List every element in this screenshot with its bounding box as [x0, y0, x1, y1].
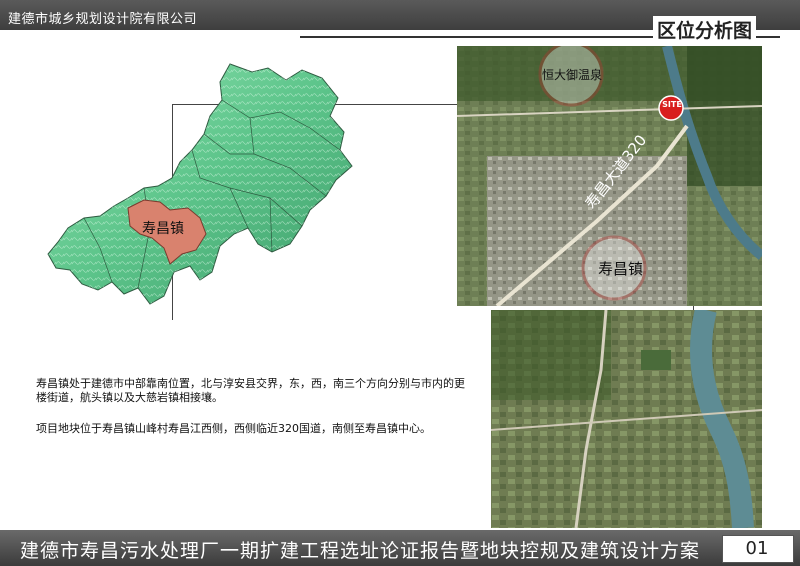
section-title: 区位分析图	[652, 16, 756, 43]
description-paragraph-1: 寿昌镇处于建德市中部靠南位置，北与淳安县交界，东，西，南三个方向分别与市内的更楼…	[36, 377, 465, 404]
satellite-town-label: 寿昌镇	[598, 260, 644, 278]
description-paragraph-2: 项目地块位于寿昌镇山峰村寿昌江西侧，西侧临近320国道，南侧至寿昌镇中心。	[36, 422, 431, 435]
county-map: 寿昌镇	[47, 63, 353, 305]
poi-label-hengda: 恒大御温泉	[542, 68, 603, 82]
project-title: 建德市寿昌污水处理厂一期扩建工程选址论证报告暨地块控规及建筑设计方案	[20, 540, 701, 562]
page-number: 01	[745, 538, 769, 559]
map-town-label: 寿昌镇	[142, 220, 184, 237]
satellite-map-bottom	[491, 310, 762, 528]
organization-name: 建德市城乡规划设计院有限公司	[8, 12, 198, 27]
site-badge: SITE	[662, 100, 682, 109]
